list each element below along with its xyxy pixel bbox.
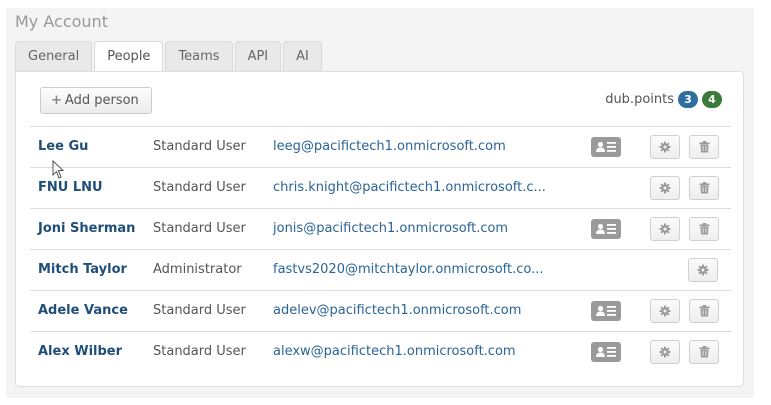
add-person-button[interactable]: + Add person — [40, 87, 152, 114]
gear-icon — [689, 264, 717, 276]
delete-button[interactable] — [689, 340, 719, 364]
tab-people[interactable]: People — [94, 41, 164, 72]
contact-card-button[interactable] — [591, 219, 621, 239]
table-row: Mitch Taylor Administrator fastvs2020@mitc… — [30, 249, 731, 290]
person-name[interactable]: Lee Gu — [38, 127, 88, 167]
tab-bar: General People Teams API AI — [15, 41, 324, 72]
gear-icon — [651, 223, 679, 235]
dub-points-label: dub.points — [605, 91, 674, 107]
person-name[interactable]: Alex Wilber — [38, 332, 122, 372]
person-name[interactable]: Mitch Taylor — [38, 250, 127, 290]
delete-button[interactable] — [689, 217, 719, 241]
tab-teams[interactable]: Teams — [165, 41, 233, 71]
delete-button[interactable] — [689, 176, 719, 200]
dub-points-badge-blue: 3 — [678, 90, 698, 108]
table-row: Adele Vance Standard User adelev@pacificte… — [30, 290, 731, 331]
person-email[interactable]: adelev@pacifictech1.onmicrosoft.com — [273, 291, 521, 331]
table-row: Alex Wilber Standard User alexw@pacifictec… — [30, 331, 731, 372]
gear-icon — [651, 182, 679, 194]
contact-card-icon — [591, 219, 621, 239]
trash-icon — [690, 305, 718, 317]
settings-button[interactable] — [650, 176, 680, 200]
add-person-label: Add person — [64, 93, 139, 108]
person-role: Administrator — [153, 262, 242, 277]
person-email[interactable]: jonis@pacifictech1.onmicrosoft.com — [273, 209, 508, 249]
dub-points: dub.points 3 4 — [605, 89, 722, 109]
person-role: Standard User — [153, 344, 246, 359]
contact-card-button[interactable] — [591, 301, 621, 321]
trash-icon — [690, 182, 718, 194]
trash-icon — [690, 346, 718, 358]
tab-api[interactable]: API — [234, 41, 282, 71]
person-role: Standard User — [153, 303, 246, 318]
people-table: Lee Gu Standard User leeg@pacifictech1.onm… — [30, 126, 731, 372]
trash-icon — [690, 141, 718, 153]
table-row: Lee Gu Standard User leeg@pacifictech1.onm… — [30, 126, 731, 167]
contact-card-button[interactable] — [591, 137, 621, 157]
settings-button[interactable] — [650, 299, 680, 323]
dub-points-badge-green: 4 — [702, 90, 722, 108]
delete-button[interactable] — [689, 299, 719, 323]
delete-button[interactable] — [689, 135, 719, 159]
person-email[interactable]: leeg@pacifictech1.onmicrosoft.com — [273, 127, 506, 167]
table-row: Joni Sherman Standard User jonis@pacificte… — [30, 208, 731, 249]
page-title: My Account — [15, 12, 108, 31]
contact-card-icon — [591, 301, 621, 321]
plus-icon: + — [51, 93, 62, 108]
trash-icon — [690, 223, 718, 235]
person-email[interactable]: chris.knight@pacifictech1.onmicrosoft.c.… — [273, 168, 546, 208]
gear-icon — [651, 305, 679, 317]
settings-button[interactable] — [650, 217, 680, 241]
contact-card-icon — [591, 342, 621, 362]
person-email[interactable]: fastvs2020@mitchtaylor.onmicrosoft.co... — [273, 250, 544, 290]
gear-icon — [651, 346, 679, 358]
person-name[interactable]: Adele Vance — [38, 291, 128, 331]
tab-general[interactable]: General — [15, 41, 93, 71]
people-panel: + Add person dub.points 3 4 Lee Gu Standar… — [15, 71, 744, 387]
contact-card-button[interactable] — [591, 342, 621, 362]
gear-icon — [651, 141, 679, 153]
settings-button[interactable] — [650, 135, 680, 159]
account-page: My Account General People Teams API AI +… — [6, 8, 754, 398]
person-email[interactable]: alexw@pacifictech1.onmicrosoft.com — [273, 332, 516, 372]
person-role: Standard User — [153, 139, 246, 154]
table-row: FNU LNU Standard User chris.knight@pacific… — [30, 167, 731, 208]
person-role: Standard User — [153, 180, 246, 195]
tab-ai[interactable]: AI — [283, 41, 322, 71]
contact-card-icon — [591, 137, 621, 157]
person-name[interactable]: Joni Sherman — [38, 209, 135, 249]
person-role: Standard User — [153, 221, 246, 236]
person-name[interactable]: FNU LNU — [38, 168, 103, 208]
settings-button[interactable] — [688, 258, 718, 282]
settings-button[interactable] — [650, 340, 680, 364]
